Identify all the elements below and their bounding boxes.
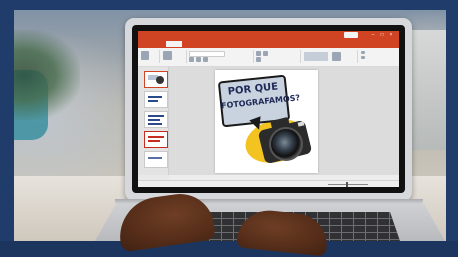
- share-button[interactable]: [344, 32, 358, 38]
- close-icon[interactable]: ×: [388, 32, 394, 38]
- tab-design[interactable]: [202, 41, 216, 47]
- zoom-slider[interactable]: [328, 184, 368, 185]
- bullets-icon[interactable]: [256, 51, 261, 56]
- shapes-gallery[interactable]: [304, 52, 328, 61]
- laptop-screen: – □ × POR QUE FOTOGRAFAMOS?: [138, 31, 399, 187]
- slide-thumbnail[interactable]: [144, 151, 168, 168]
- slides-group: [160, 50, 187, 63]
- thumb-text-line: [148, 96, 162, 98]
- frame-right-border: [446, 0, 458, 241]
- thumb-text-line: [148, 140, 160, 142]
- clipboard-group: [139, 50, 160, 63]
- italic-icon[interactable]: [196, 57, 201, 62]
- tab-insert[interactable]: [185, 41, 199, 47]
- thumb-text-line: [148, 115, 164, 117]
- thumb-text-line: [148, 123, 162, 125]
- zoom-knob[interactable]: [346, 182, 348, 187]
- tab-file[interactable]: [140, 41, 152, 47]
- status-bar: [138, 180, 399, 187]
- bold-icon[interactable]: [189, 57, 194, 62]
- minimize-icon[interactable]: –: [370, 32, 376, 38]
- slide-thumbnail[interactable]: [144, 71, 168, 88]
- thumb-text-line: [148, 136, 164, 138]
- tab-slideshow[interactable]: [257, 41, 275, 47]
- numbering-icon[interactable]: [263, 51, 268, 56]
- paragraph-group: [254, 50, 301, 63]
- find-icon[interactable]: [361, 51, 365, 54]
- slide-thumbnail[interactable]: [144, 111, 168, 128]
- slide-editing-canvas: POR QUE FOTOGRAFAMOS?: [169, 67, 399, 175]
- editing-group: [358, 50, 398, 63]
- maximize-icon[interactable]: □: [379, 32, 385, 38]
- new-slide-icon[interactable]: [163, 51, 172, 60]
- drawing-group: [301, 50, 358, 63]
- window-title: [233, 32, 313, 38]
- align-left-icon[interactable]: [256, 57, 261, 62]
- font-group: [187, 50, 254, 63]
- thumb-text-line: [148, 100, 158, 102]
- replace-icon[interactable]: [361, 56, 365, 59]
- ribbon-tabs: [138, 40, 399, 48]
- underline-icon[interactable]: [203, 57, 208, 62]
- thumb-camera: [156, 76, 164, 84]
- thumb-text-line: [148, 157, 162, 159]
- window-controls: – □ ×: [370, 32, 396, 39]
- frame-left-border: [0, 0, 14, 241]
- camera-lens: [269, 127, 303, 161]
- paste-icon[interactable]: [141, 51, 149, 60]
- thumb-text-line: [148, 119, 160, 121]
- ribbon-toolbar: [138, 48, 399, 67]
- current-slide[interactable]: POR QUE FOTOGRAFAMOS?: [215, 70, 318, 173]
- tab-animations[interactable]: [238, 41, 254, 47]
- arrange-icon[interactable]: [332, 52, 341, 61]
- tab-home[interactable]: [166, 41, 182, 47]
- laptop-lid: – □ × POR QUE FOTOGRAFAMOS?: [125, 18, 412, 201]
- tab-transitions[interactable]: [219, 41, 235, 47]
- slide-thumbnail[interactable]: [144, 131, 168, 148]
- screen-bezel: – □ × POR QUE FOTOGRAFAMOS?: [132, 25, 405, 193]
- slide-thumbnails-pane: [138, 67, 169, 175]
- app-titlebar: – □ ×: [138, 31, 399, 40]
- tab-review[interactable]: [278, 41, 292, 47]
- frame-top-border: [0, 0, 458, 10]
- slide-thumbnail[interactable]: [144, 91, 168, 108]
